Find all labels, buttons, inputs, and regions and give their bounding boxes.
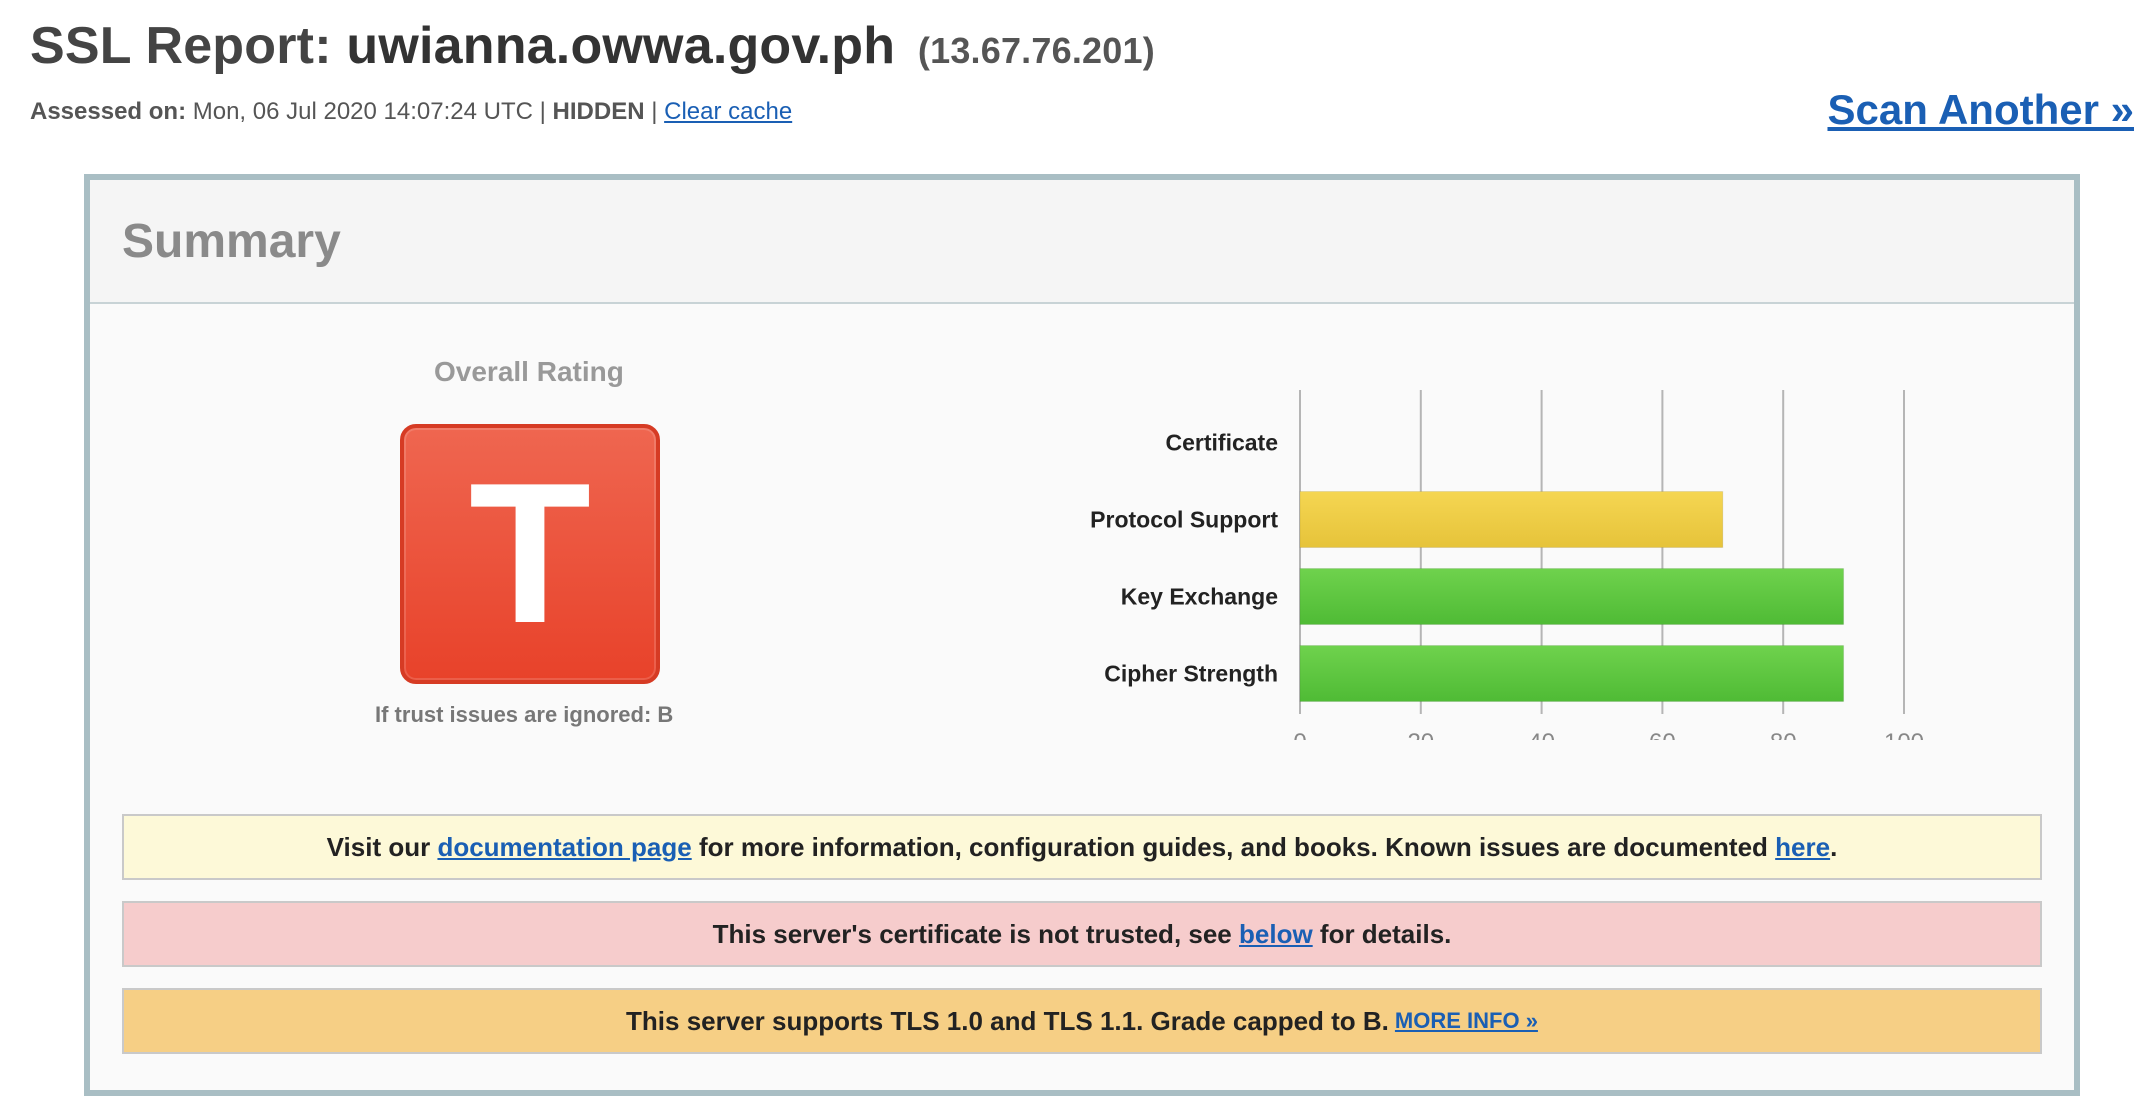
separator: |: [539, 98, 546, 125]
score-bar: [1299, 568, 1845, 625]
score-chart: 0 20 40 60 80 100 Certificate Protocol Support K…: [990, 380, 1930, 756]
certificate-warning: This server's certificate is not trusted…: [122, 901, 2042, 967]
score-chart-svg: 0 20 40 60 80 100 Certificate Protocol Support K…: [1090, 390, 1924, 756]
warning-text: for details.: [1319, 918, 1452, 949]
x-tick-label: 20: [1407, 729, 1434, 740]
grade-letter: T: [468, 442, 592, 665]
score-bar: [1299, 645, 1845, 702]
summary-heading: Summary: [122, 214, 341, 268]
overall-rating-label: Overall Rating: [434, 356, 624, 387]
report-title: SSL Report: uwianna.owwa.gov.ph (13.67.7…: [30, 16, 1155, 76]
tls-warning: This server supports TLS 1.0 and TLS 1.1…: [122, 988, 2042, 1054]
category-label: Key Exchange: [1121, 584, 1278, 610]
known-issues-link[interactable]: here: [1775, 832, 1830, 863]
assessment-info: Assessed on: Mon, 06 Jul 2020 14:07:24 U…: [30, 98, 792, 126]
title-prefix: SSL Report:: [30, 17, 332, 75]
summary-panel: Summary Overall Rating T If trust issues…: [84, 174, 2080, 1096]
documentation-link[interactable]: documentation page: [437, 832, 691, 863]
score-bar: [1299, 491, 1724, 548]
x-tick-label: 100: [1884, 729, 1924, 740]
notice-text: Visit our: [326, 831, 431, 862]
x-tick-label: 40: [1528, 729, 1555, 740]
category-label: Cipher Strength: [1104, 661, 1278, 687]
warning-text: This server's certificate is not trusted…: [712, 918, 1232, 949]
hidden-label: HIDDEN: [552, 98, 645, 125]
notice-text: .: [1830, 831, 1838, 862]
x-tick-label: 80: [1770, 729, 1797, 740]
below-link[interactable]: below: [1239, 919, 1313, 950]
notice-text: for more information, configuration guid…: [698, 831, 1768, 862]
category-label: Certificate: [1166, 430, 1278, 456]
separator: |: [651, 98, 658, 125]
trust-note: If trust issues are ignored: B: [375, 702, 674, 727]
ip-address: (13.67.76.201): [917, 30, 1155, 71]
assessed-label: Assessed on:: [30, 98, 187, 125]
x-tick-label: 60: [1649, 729, 1676, 740]
grade-badge: T: [400, 424, 660, 684]
tls-text: This server supports TLS 1.0 and TLS 1.1…: [626, 1005, 1389, 1036]
x-tick-label: 0: [1293, 729, 1306, 740]
documentation-notice: Visit our documentation page for more in…: [122, 814, 2042, 880]
summary-header: Summary: [90, 180, 2074, 304]
clear-cache-link[interactable]: Clear cache: [664, 98, 792, 125]
ssl-report-page: SSL Report: uwianna.owwa.gov.ph (13.67.7…: [0, 0, 2134, 1114]
assessed-date: Mon, 06 Jul 2020 14:07:24 UTC: [192, 98, 533, 125]
hostname: uwianna.owwa.gov.ph: [346, 17, 896, 75]
scan-another-link[interactable]: Scan Another »: [1827, 86, 2134, 134]
category-label: Protocol Support: [1090, 507, 1278, 533]
more-info-link[interactable]: MORE INFO »: [1395, 1008, 1538, 1034]
